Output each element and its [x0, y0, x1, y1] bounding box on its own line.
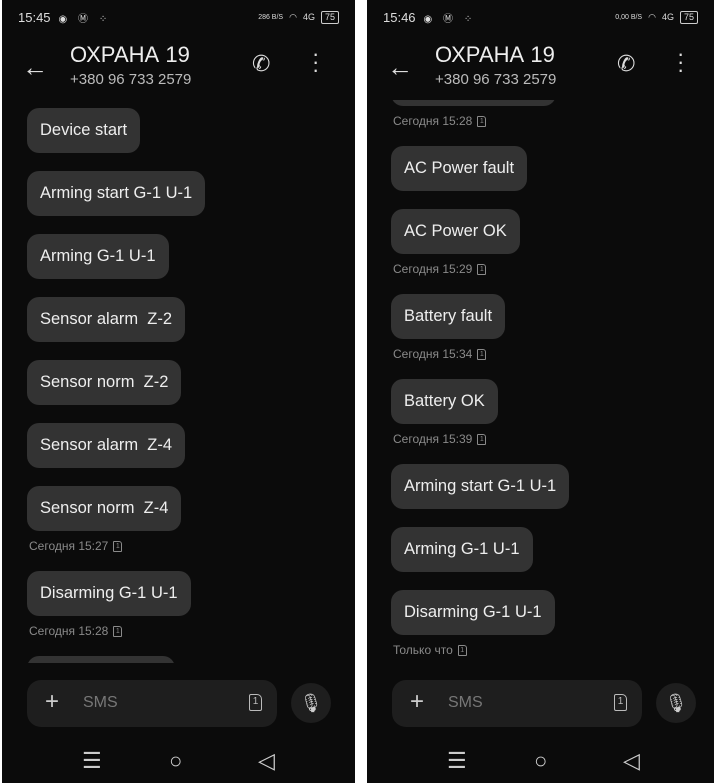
message-bubble[interactable]: Battery OK: [391, 379, 498, 424]
message-timestamp: Сегодня 15:29 1: [391, 260, 487, 278]
more-options-icon[interactable]: · · ·: [677, 43, 684, 81]
timestamp-text: Сегодня 15:28: [393, 114, 473, 128]
message-bubble[interactable]: Sensor norm Z-2: [27, 360, 182, 405]
timestamp-text: Сегодня 15:34: [393, 347, 473, 361]
contact-phone: +380 96 733 2579: [435, 71, 557, 88]
timestamp-text: Сегодня 15:29: [393, 262, 473, 276]
timestamp-text: Сегодня 15:39: [393, 432, 473, 446]
recent-apps-icon[interactable]: ☰: [82, 748, 102, 774]
battery-icon: 75: [320, 10, 339, 24]
sim-icon: 1: [477, 433, 487, 445]
navigation-bar: ☰ ○ ◁: [2, 748, 355, 774]
sim-icon: 1: [477, 115, 487, 127]
phone-screen-right: 15:46 ◉ Ⓜ ⁘ 0,00 B/S ◠ 4G 75 ← ОХРАНА 19…: [367, 0, 714, 783]
message-input[interactable]: + SMS 1: [392, 680, 642, 727]
sms-placeholder[interactable]: SMS: [83, 694, 118, 712]
contact-name: ОХРАНА 19: [70, 42, 190, 67]
message-timestamp: Сегодня 15:28 1: [391, 112, 487, 130]
contact-phone: +380 96 733 2579: [70, 71, 192, 88]
plus-icon[interactable]: +: [45, 688, 59, 716]
wifi-icon: ◠: [648, 11, 656, 22]
conversation-header: ← ОХРАНА 19 +380 96 733 2579 ✆ · · ·: [2, 40, 355, 96]
message-bubble[interactable]: Arming start G-1 U-1: [391, 464, 570, 509]
plus-icon[interactable]: +: [410, 688, 424, 716]
recent-apps-icon[interactable]: ☰: [447, 748, 467, 774]
home-icon[interactable]: ○: [169, 748, 182, 774]
back-arrow-icon[interactable]: ←: [387, 52, 413, 83]
sms-placeholder[interactable]: SMS: [448, 694, 483, 712]
sim-icon: 1: [477, 348, 487, 360]
message-bubble[interactable]: AC Power OK: [391, 209, 520, 254]
signal-icon: 4G: [302, 12, 315, 22]
notification-icons: ◉ Ⓜ ⁘: [58, 13, 112, 25]
sim-icon: 1: [457, 644, 467, 656]
phone-call-icon[interactable]: ✆: [617, 51, 635, 77]
message-timestamp: Только что 1: [391, 641, 467, 659]
network-speed: 0,00 B/S: [615, 13, 643, 21]
sim-select-icon[interactable]: 1: [249, 694, 262, 711]
status-time: 15:46: [383, 9, 416, 25]
message-bubble[interactable]: Disarming G-1 U-1: [391, 590, 555, 635]
back-nav-icon[interactable]: ◁: [258, 748, 275, 774]
status-bar: 15:46 ◉ Ⓜ ⁘ 0,00 B/S ◠ 4G 75: [383, 8, 698, 26]
signal-icon: 4G: [661, 12, 674, 22]
message-timestamp: Сегодня 15:34 1: [391, 345, 487, 363]
microphone-icon[interactable]: 🎙︎: [656, 683, 696, 723]
network-speed: 286 B/S: [258, 13, 284, 21]
home-icon[interactable]: ○: [534, 748, 547, 774]
message-bubble[interactable]: Arming G-1 U-1: [391, 527, 533, 572]
message-bubble[interactable]: Arming G-1 U-1: [27, 234, 169, 279]
timestamp-text: Только что: [393, 643, 453, 657]
microphone-icon[interactable]: 🎙︎: [291, 683, 331, 723]
message-bubble[interactable]: Battery fault: [391, 294, 506, 339]
timestamp-text: Сегодня 15:27: [29, 539, 109, 553]
battery-icon: 75: [679, 10, 698, 24]
sim-icon: 1: [113, 540, 123, 552]
wifi-icon: ◠: [289, 11, 297, 22]
message-timestamp: Сегодня 15:28 1: [27, 622, 123, 640]
phone-screen-left: 15:45 ◉ Ⓜ ⁘ 286 B/S ◠ 4G 75 ← ОХРАНА 19 …: [2, 0, 355, 783]
message-bubble[interactable]: Sensor norm Z-4: [27, 486, 182, 531]
conversation-header: ← ОХРАНА 19 +380 96 733 2579 ✆ · · ·: [367, 40, 714, 96]
message-bubble[interactable]: Arming start G-1 U-1: [27, 171, 206, 216]
more-options-icon[interactable]: · · ·: [312, 43, 319, 81]
back-nav-icon[interactable]: ◁: [623, 748, 640, 774]
message-bubble[interactable]: [391, 100, 556, 106]
message-input[interactable]: + SMS 1: [27, 680, 277, 727]
message-timestamp: Сегодня 15:39 1: [391, 430, 487, 448]
status-bar: 15:45 ◉ Ⓜ ⁘ 286 B/S ◠ 4G 75: [18, 8, 339, 26]
sim-select-icon[interactable]: 1: [614, 694, 627, 711]
message-bubble[interactable]: AC Power fault: [391, 146, 528, 191]
message-list[interactable]: Device start Arming start G-1 U-1 Arming G…: [27, 100, 355, 663]
message-bubble[interactable]: Sensor alarm Z-2: [27, 297, 186, 342]
contact-name: ОХРАНА 19: [435, 42, 555, 67]
message-list[interactable]: Сегодня 15:28 1 AC Power fault AC Power OK С…: [391, 100, 714, 663]
timestamp-text: Сегодня 15:28: [29, 624, 109, 638]
notification-icons: ◉ Ⓜ ⁘: [423, 13, 477, 25]
navigation-bar: ☰ ○ ◁: [367, 748, 714, 774]
status-time: 15:45: [18, 9, 51, 25]
back-arrow-icon[interactable]: ←: [22, 52, 48, 83]
phone-call-icon[interactable]: ✆: [252, 51, 270, 77]
message-bubble[interactable]: Disarming G-1 U-1: [27, 571, 191, 616]
message-bubble[interactable]: [27, 656, 175, 663]
message-bubble[interactable]: Device start: [27, 108, 141, 153]
sim-icon: 1: [477, 263, 487, 275]
sim-icon: 1: [113, 625, 123, 637]
message-bubble[interactable]: Sensor alarm Z-4: [27, 423, 186, 468]
message-timestamp: Сегодня 15:27 1: [27, 537, 123, 555]
